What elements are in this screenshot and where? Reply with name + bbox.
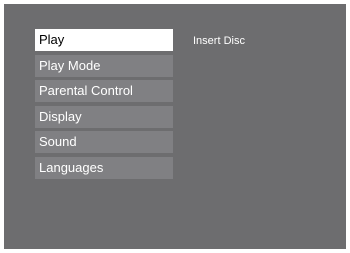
menu-item-display[interactable]: Display (35, 105, 173, 128)
dvd-menu-screen: Play Play Mode Parental Control Display … (4, 4, 346, 249)
menu-item-play-mode[interactable]: Play Mode (35, 54, 173, 77)
menu-item-play[interactable]: Play (35, 29, 173, 51)
menu-item-sound[interactable]: Sound (35, 131, 173, 154)
status-message: Insert Disc (193, 35, 245, 47)
setup-menu: Play Play Mode Parental Control Display … (35, 29, 173, 183)
menu-item-parental-control[interactable]: Parental Control (35, 80, 173, 103)
menu-item-languages[interactable]: Languages (35, 156, 173, 179)
